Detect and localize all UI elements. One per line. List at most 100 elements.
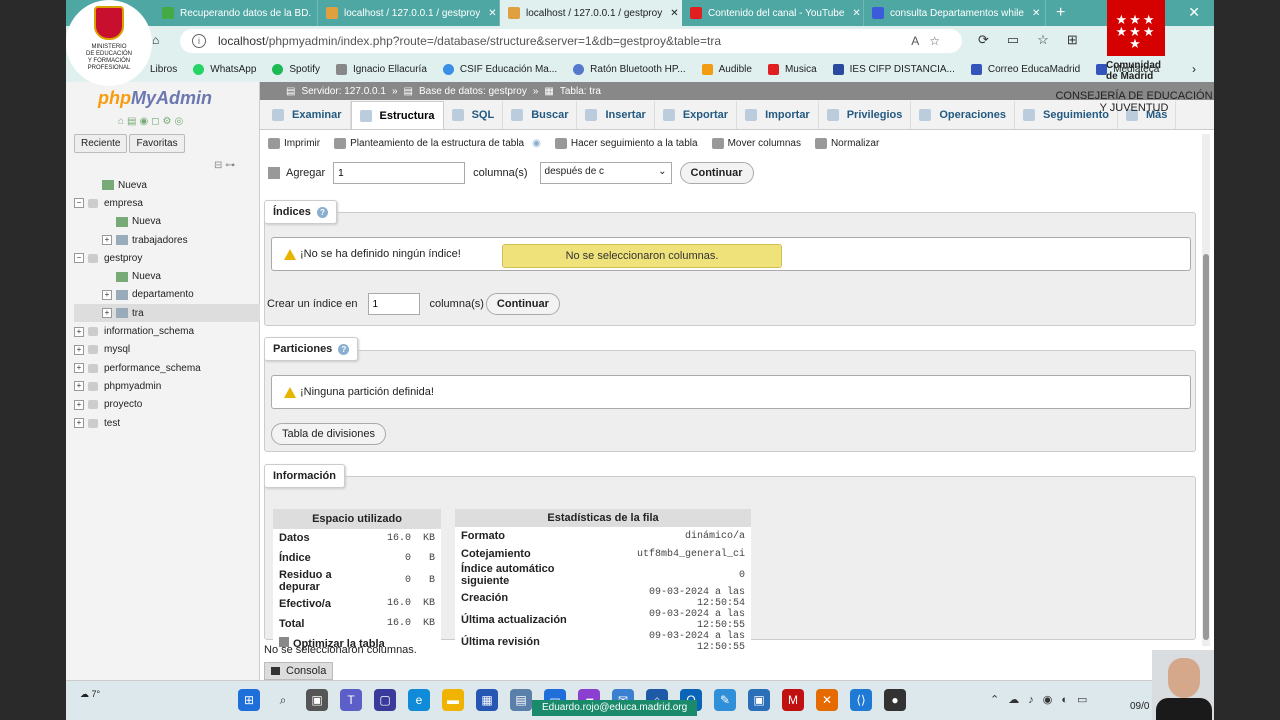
expand-icon[interactable]: +: [74, 363, 84, 374]
tree-item[interactable]: + phpmyadmin: [74, 377, 260, 395]
tree-item[interactable]: + departamento: [74, 286, 260, 304]
site-info-icon[interactable]: i: [192, 34, 206, 48]
expand-icon[interactable]: +: [102, 308, 112, 319]
tab-close-icon[interactable]: ✕: [1032, 8, 1040, 19]
create-index-count-input[interactable]: [367, 293, 420, 315]
track-table-link[interactable]: Hacer seguimiento a la tabla: [554, 138, 698, 149]
tab-privilegios[interactable]: Privilegios: [819, 101, 912, 129]
add-columns-continue-button[interactable]: Continuar: [679, 162, 754, 184]
collapse-icon[interactable]: −: [74, 198, 84, 209]
app-icon[interactable]: ▣: [748, 689, 770, 711]
main-scrollbar[interactable]: [1202, 134, 1210, 646]
favorite-star-icon[interactable]: A☆: [911, 34, 950, 48]
tab-sql[interactable]: SQL: [444, 101, 504, 129]
notepad-icon[interactable]: ▤: [510, 689, 532, 711]
tree-item[interactable]: + information_schema: [74, 322, 260, 340]
scrollbar-thumb[interactable]: [1203, 254, 1209, 640]
windows-start-icon[interactable]: ⊞: [238, 689, 260, 711]
tree-item[interactable]: + test: [74, 414, 260, 432]
tree-item[interactable]: + proyecto: [74, 396, 260, 414]
tree-item[interactable]: + tra: [74, 304, 260, 323]
bookmark-item[interactable]: WhatsApp: [193, 63, 256, 75]
bookmark-item[interactable]: Correo EducaMadrid: [970, 63, 1080, 75]
tab-operaciones[interactable]: Operaciones: [911, 101, 1015, 129]
tab-exportar[interactable]: Exportar: [655, 101, 738, 129]
help-icon[interactable]: ◉: [532, 138, 541, 149]
expand-icon[interactable]: +: [74, 399, 84, 410]
bookmark-item[interactable]: Musica: [767, 63, 817, 75]
expand-icon[interactable]: +: [74, 418, 84, 428]
tab-buscar[interactable]: Buscar: [503, 101, 578, 129]
teams-icon[interactable]: T: [340, 689, 362, 711]
tab-insertar[interactable]: Insertar: [577, 101, 655, 129]
breadcrumb-server[interactable]: Servidor: 127.0.0.1: [301, 86, 386, 97]
tab-favorites[interactable]: Favoritas: [129, 134, 185, 153]
browser-tab[interactable]: Recuperando datos de la BD.: [154, 0, 318, 26]
tree-item[interactable]: + mysql: [74, 341, 260, 359]
tab-recent[interactable]: Reciente: [74, 134, 128, 153]
expand-icon[interactable]: +: [102, 289, 112, 300]
tab-estructura[interactable]: Estructura: [350, 101, 444, 129]
tab-close-icon[interactable]: ✕: [670, 8, 678, 19]
home-icon[interactable]: ⌂: [152, 33, 159, 47]
browser-tab[interactable]: localhost / 127.0.0.1 / gestproy ✕: [318, 0, 500, 26]
tree-item[interactable]: + trabajadores: [74, 231, 260, 249]
app-icon[interactable]: ▢: [374, 689, 396, 711]
bookmark-item[interactable]: Libros: [150, 64, 177, 75]
collapse-all-icon[interactable]: ⊟ ⊶: [214, 160, 235, 171]
tab-close-icon[interactable]: ✕: [488, 8, 496, 19]
new-tab-button[interactable]: +: [1046, 4, 1075, 22]
propose-structure-link[interactable]: Planteamiento de la estructura de tabla ◉: [334, 138, 541, 149]
browser-tab[interactable]: consulta Departamentos while ✕: [864, 0, 1046, 26]
bookmark-item[interactable]: Audible: [701, 63, 752, 75]
url-input[interactable]: i localhost/phpmyadmin/index.php?route=/…: [180, 29, 962, 53]
browser-toolbar-icons[interactable]: ⟳▭☆⊞: [978, 32, 1096, 48]
bookmark-item[interactable]: Ignacio Ellacuría: [335, 63, 427, 75]
tree-item[interactable]: Nueva: [74, 213, 260, 231]
tab-close-icon[interactable]: ✕: [852, 8, 860, 19]
store-icon[interactable]: ▦: [476, 689, 498, 711]
expand-icon[interactable]: +: [102, 235, 112, 246]
github-icon[interactable]: ●: [884, 689, 906, 711]
move-columns-link[interactable]: Mover columnas: [711, 138, 801, 149]
folder-icon[interactable]: ▬: [442, 689, 464, 711]
bookmark-item[interactable]: IES CIFP DISTANCIA...: [832, 63, 955, 75]
edge-icon[interactable]: e: [408, 689, 430, 711]
phpmyadmin-logo[interactable]: phpMyAdmin: [98, 88, 212, 109]
expand-icon[interactable]: +: [74, 344, 84, 355]
tree-item[interactable]: − gestproy: [74, 249, 260, 267]
normalize-link[interactable]: Normalizar: [814, 138, 879, 149]
browser-tab[interactable]: Contenido del canal - YouTube ✕: [682, 0, 864, 26]
system-tray[interactable]: ⌃☁♪◉◐▭: [990, 693, 1096, 706]
collapse-icon[interactable]: −: [74, 253, 84, 264]
xampp-icon[interactable]: ✕: [816, 689, 838, 711]
pma-quick-icons[interactable]: ⌂▤◉◻⚙◎: [118, 116, 186, 127]
tree-item[interactable]: Nueva: [74, 176, 260, 194]
console-toggle[interactable]: Consola: [264, 662, 334, 680]
bookmark-item[interactable]: Ratón Bluetooth HP...: [573, 63, 686, 75]
create-index-continue-button[interactable]: Continuar: [485, 293, 560, 315]
vscode-icon[interactable]: ⟨⟩: [850, 689, 872, 711]
tree-item[interactable]: + performance_schema: [74, 359, 260, 377]
help-icon[interactable]: ?: [338, 343, 350, 355]
expand-icon[interactable]: +: [74, 326, 84, 337]
tab-importar[interactable]: Importar: [737, 101, 819, 129]
print-link[interactable]: Imprimir: [268, 138, 320, 149]
column-position-select[interactable]: después de c ⌄: [539, 162, 672, 184]
breadcrumb-table[interactable]: Tabla: tra: [560, 86, 601, 97]
help-icon[interactable]: ?: [316, 206, 328, 218]
expand-icon[interactable]: +: [74, 381, 84, 392]
tree-item[interactable]: − empresa: [74, 194, 260, 212]
mcafee-icon[interactable]: M: [782, 689, 804, 711]
bookmark-item[interactable]: Spotify: [272, 63, 320, 75]
weather-widget[interactable]: ☁ 7°: [80, 689, 100, 700]
search-icon[interactable]: ⌕: [272, 689, 294, 711]
bookmark-item[interactable]: CSIF Educación Ma...: [442, 63, 557, 75]
paint-icon[interactable]: ✎: [714, 689, 736, 711]
tree-item[interactable]: Nueva: [74, 267, 260, 285]
breadcrumb-db[interactable]: Base de datos: gestproy: [419, 86, 527, 97]
task-view-icon[interactable]: ▣: [306, 689, 328, 711]
add-columns-count-input[interactable]: [333, 162, 466, 184]
partition-table-button[interactable]: Tabla de divisiones: [271, 423, 386, 445]
tab-examinar[interactable]: Examinar: [264, 101, 351, 129]
